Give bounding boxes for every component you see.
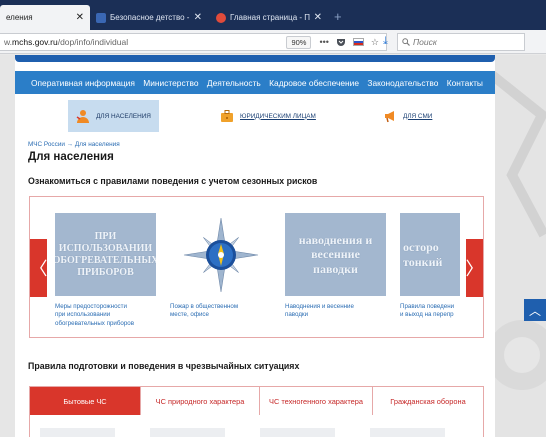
carousel-card-fire[interactable]: Пожар в общественном месте, офисе <box>170 213 271 320</box>
scroll-to-top-button[interactable]: ︿ <box>524 299 546 321</box>
url-path: /dop/info/individual <box>57 37 129 47</box>
audience-label: ДЛЯ НАСЕЛЕНИЯ <box>96 112 151 120</box>
site-favicon-icon <box>96 12 106 23</box>
emergency-rules-heading: Правила подготовки и поведения в чрезвыч… <box>28 361 300 371</box>
page-actions-icon[interactable]: ••• <box>319 37 328 47</box>
card-image-text: ПРИ ИСПОЛЬЗОВАНИИ ОБОГРЕВАТЕЛЬНЫХ ПРИБОР… <box>55 230 156 278</box>
url-text: w.mchs.gov.ru/dop/info/individual <box>4 37 129 47</box>
card-image-text: наводнения и весенние паводки <box>298 232 373 276</box>
tab-close-icon[interactable]: ✕ <box>314 12 322 23</box>
browser-tab-portal[interactable]: Главная страница - Портал д ✕ <box>210 5 328 30</box>
nav-contacts[interactable]: Контакты <box>447 78 483 88</box>
card-image: ПРИ ИСПОЛЬЗОВАНИИ ОБОГРЕВАТЕЛЬНЫХ ПРИБОР… <box>55 213 156 296</box>
tab-close-icon[interactable]: ✕ <box>194 12 202 23</box>
browser-tab-bar: еления ✕ Безопасное детство - закон ✕ Гл… <box>0 0 546 30</box>
search-input[interactable] <box>413 37 513 47</box>
card-caption-link[interactable]: Пожар в общественном месте, офисе <box>170 303 271 320</box>
browser-tab-active[interactable]: еления ✕ <box>0 5 90 30</box>
tab-natural-emergencies[interactable]: ЧС природного характера <box>141 387 260 415</box>
mchs-emblem-icon <box>183 217 258 292</box>
emergency-category-tabs: Бытовые ЧС ЧС природного характера ЧС те… <box>29 386 484 415</box>
audience-link-citizens[interactable]: ДЛЯ НАСЕЛЕНИЯ <box>68 100 159 132</box>
browser-toolbar: w.mchs.gov.ru/dop/info/individual 90% ••… <box>0 30 546 54</box>
page-content: Оперативная информация Министерство Деят… <box>15 55 495 437</box>
audience-link-media[interactable]: ДЛЯ СМИ <box>383 100 432 132</box>
card-caption-link[interactable]: Меры предосторожности при использовании … <box>55 303 156 328</box>
tab-household-emergencies[interactable]: Бытовые ЧС <box>30 387 141 415</box>
audience-label: ДЛЯ СМИ <box>403 112 433 120</box>
nav-legislation[interactable]: Законодательство <box>367 78 438 88</box>
content-placeholder <box>370 428 445 437</box>
content-placeholder <box>260 428 335 437</box>
breadcrumb: МЧС России → Для населения <box>28 141 120 148</box>
breadcrumb-separator: → <box>66 141 74 148</box>
audience-label: ЮРИДИЧЕСКИМ ЛИЦАМ <box>240 112 316 120</box>
header-strip <box>15 55 495 62</box>
address-bar[interactable]: w.mchs.gov.ru/dop/info/individual 90% ••… <box>0 33 387 51</box>
tab-title: Безопасное детство - закон <box>110 13 190 22</box>
url-domain: mchs.gov.ru <box>12 37 58 47</box>
seasonal-risks-carousel: 〈 ПРИ ИСПОЛЬЗОВАНИИ ОБОГРЕВАТЕЛЬНЫХ ПРИБ… <box>29 196 484 338</box>
audience-link-legal-entities[interactable]: ЮРИДИЧЕСКИМ ЛИЦАМ <box>220 100 316 132</box>
megaphone-icon <box>385 111 394 123</box>
card-caption-link[interactable]: Наводнения и весенние паводки <box>285 303 386 320</box>
seasonal-risks-heading: Ознакомиться с правилами поведения с уче… <box>28 176 318 186</box>
content-placeholder <box>150 428 225 437</box>
card-image-text: осторо тонкий <box>403 240 443 269</box>
carousel-card-ice[interactable]: осторо тонкий Правила поведени и выход н… <box>400 213 460 320</box>
page-viewport: Оперативная информация Министерство Деят… <box>0 55 546 437</box>
nav-operational-info[interactable]: Оперативная информация <box>31 78 135 88</box>
emergency-tab-panel <box>29 415 484 437</box>
tab-title: еления <box>6 13 33 22</box>
carousel-card-heaters[interactable]: ПРИ ИСПОЛЬЗОВАНИИ ОБОГРЕВАТЕЛЬНЫХ ПРИБОР… <box>55 213 156 328</box>
bookmark-star-icon[interactable]: ☆ <box>371 37 379 48</box>
download-icon[interactable]: ⤓ <box>383 35 388 48</box>
nav-ministry[interactable]: Министерство <box>143 78 198 88</box>
tab-close-icon[interactable]: ✕ <box>76 12 84 23</box>
card-image: наводнения и весенние паводки <box>285 213 386 296</box>
new-tab-button[interactable]: + <box>334 9 342 24</box>
page-title: Для населения <box>28 151 114 163</box>
tab-title: Главная страница - Портал д <box>230 13 310 22</box>
site-favicon-icon <box>216 12 226 23</box>
zoom-level-badge[interactable]: 90% <box>286 35 312 49</box>
carousel-card-floods[interactable]: наводнения и весенние паводки Наводнения… <box>285 213 386 320</box>
carousel-prev-button[interactable]: 〈 <box>30 239 48 297</box>
carousel-next-button[interactable]: 〉 <box>466 239 483 297</box>
breadcrumb-current-link[interactable]: Для населения <box>75 141 120 148</box>
nav-staffing[interactable]: Кадровое обеспечение <box>269 78 359 88</box>
briefcase-icon <box>221 110 233 122</box>
pocket-icon[interactable] <box>336 37 346 47</box>
main-navigation: Оперативная информация Министерство Деят… <box>15 71 495 94</box>
breadcrumb-home-link[interactable]: МЧС России <box>28 141 65 148</box>
search-icon <box>402 38 410 46</box>
browser-tab-detstvo[interactable]: Безопасное детство - закон ✕ <box>90 5 208 30</box>
russian-flag-icon[interactable] <box>352 38 364 46</box>
nav-activity[interactable]: Деятельность <box>207 78 261 88</box>
person-icon <box>76 110 90 123</box>
card-image: осторо тонкий <box>400 213 460 296</box>
card-image <box>170 213 271 296</box>
search-bar[interactable] <box>397 33 525 51</box>
content-placeholder <box>40 428 115 437</box>
card-caption-link[interactable]: Правила поведени и выход на перепр <box>400 303 460 320</box>
tab-technogenic-emergencies[interactable]: ЧС техногенного характера <box>260 387 373 415</box>
tab-civil-defense[interactable]: Гражданская оборона <box>373 387 483 415</box>
